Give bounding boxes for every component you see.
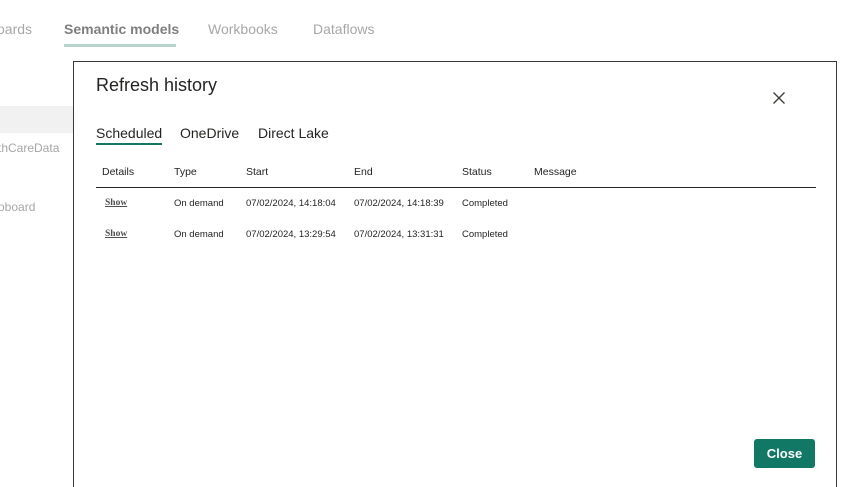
- list-item[interactable]: thCareData: [0, 141, 59, 155]
- refresh-type: On demand: [174, 229, 224, 240]
- show-details-link[interactable]: Show: [105, 229, 127, 239]
- column-header-message: Message: [534, 166, 577, 178]
- tab-onedrive[interactable]: OneDrive: [180, 125, 239, 141]
- show-details-link[interactable]: Show: [105, 198, 127, 208]
- refresh-history-dialog: Refresh history Scheduled OneDrive Direc…: [73, 61, 837, 487]
- list-row-highlight: [0, 106, 74, 133]
- tab-dataflows[interactable]: Dataflows: [313, 21, 374, 37]
- refresh-status: Completed: [462, 198, 508, 209]
- refresh-history-table: Details Type Start End Status Message Sh…: [96, 162, 816, 250]
- active-tab-indicator: [96, 143, 162, 145]
- refresh-start: 07/02/2024, 13:29:54: [246, 229, 336, 240]
- tab-semantic-models[interactable]: Semantic models: [64, 21, 179, 37]
- active-tab-indicator: [64, 44, 176, 47]
- table-header: Details Type Start End Status Message: [96, 162, 816, 188]
- table-row: Show On demand 07/02/2024, 13:29:54 07/0…: [96, 219, 816, 250]
- refresh-start: 07/02/2024, 14:18:04: [246, 198, 336, 209]
- column-header-details: Details: [102, 166, 135, 178]
- refresh-status: Completed: [462, 229, 508, 240]
- refresh-end: 07/02/2024, 14:18:39: [354, 198, 444, 209]
- column-header-type: Type: [174, 166, 197, 178]
- page: oards Semantic models Workbooks Dataflow…: [0, 0, 852, 487]
- table-row: Show On demand 07/02/2024, 14:18:04 07/0…: [96, 188, 816, 219]
- dialog-title: Refresh history: [96, 75, 218, 95]
- tab-direct-lake[interactable]: Direct Lake: [258, 125, 329, 141]
- column-header-status: Status: [462, 166, 492, 178]
- close-icon[interactable]: [771, 90, 787, 106]
- refresh-end: 07/02/2024, 13:31:31: [354, 229, 444, 240]
- list-item[interactable]: oboard: [0, 200, 35, 214]
- refresh-type: On demand: [174, 198, 224, 209]
- column-header-start: Start: [246, 166, 269, 178]
- close-button[interactable]: Close: [754, 439, 815, 468]
- tab-dashboards[interactable]: oards: [0, 21, 32, 37]
- column-header-end: End: [354, 166, 373, 178]
- tab-workbooks[interactable]: Workbooks: [208, 21, 278, 37]
- tab-scheduled[interactable]: Scheduled: [96, 125, 162, 141]
